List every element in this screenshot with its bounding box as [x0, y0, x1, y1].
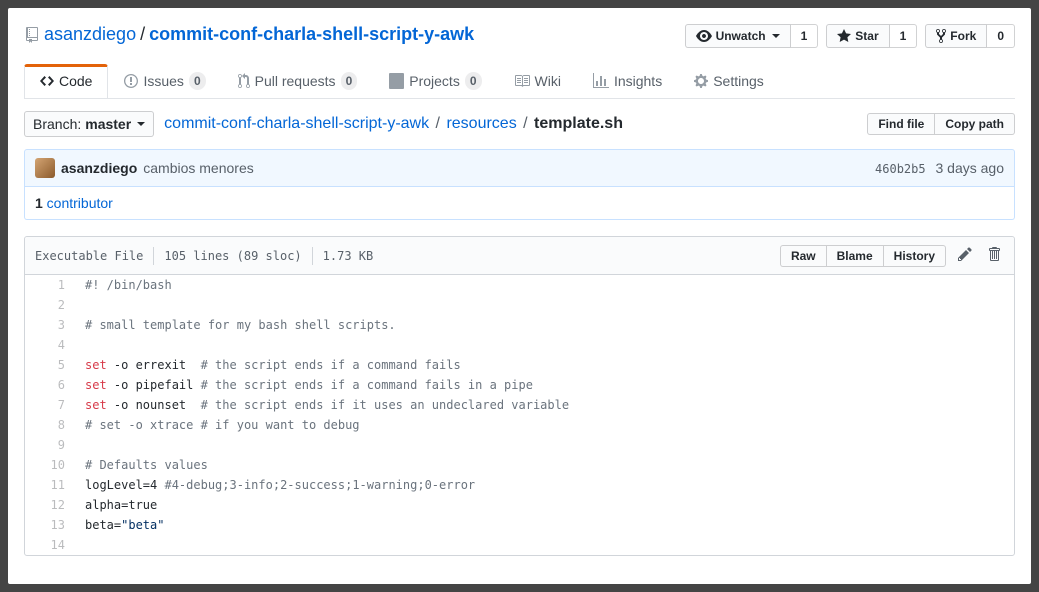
- projects-count: 0: [465, 72, 482, 90]
- line-number[interactable]: 13: [25, 515, 75, 535]
- pulls-count: 0: [341, 72, 358, 90]
- caret-icon: [772, 34, 780, 38]
- edit-button[interactable]: [954, 242, 976, 269]
- watch-count[interactable]: 1: [791, 24, 819, 48]
- raw-button[interactable]: Raw: [780, 245, 827, 267]
- line-number[interactable]: 6: [25, 375, 75, 395]
- repo-name-link[interactable]: commit-conf-charla-shell-script-y-awk: [149, 24, 474, 45]
- file-info: Executable File 105 lines (89 sloc) 1.73…: [35, 247, 373, 265]
- commit-tease: asanzdiego cambios menores 460b2b5 3 day…: [24, 149, 1015, 187]
- repo-nav: Code Issues 0 Pull requests 0 Projects 0…: [24, 64, 1015, 99]
- breadcrumb-folder[interactable]: resources: [446, 115, 516, 132]
- branch-select[interactable]: Branch: master: [24, 111, 154, 137]
- pencil-icon: [958, 246, 972, 262]
- code-line: [75, 435, 1014, 455]
- code-line: beta="beta": [75, 515, 1014, 535]
- repo-owner-link[interactable]: asanzdiego: [44, 24, 136, 45]
- code-line: # set -o xtrace # if you want to debug: [75, 415, 1014, 435]
- book-icon: [514, 73, 530, 89]
- pull-request-icon: [238, 73, 250, 89]
- separator: /: [140, 24, 145, 45]
- code-line: set -o errexit # the script ends if a co…: [75, 355, 1014, 375]
- find-file-button[interactable]: Find file: [867, 113, 935, 135]
- tab-code[interactable]: Code: [24, 64, 108, 98]
- watch-button[interactable]: Unwatch: [685, 24, 791, 48]
- gear-icon: [694, 73, 708, 89]
- code-line: # Defaults values: [75, 455, 1014, 475]
- line-number[interactable]: 12: [25, 495, 75, 515]
- tab-issues[interactable]: Issues 0: [108, 64, 221, 98]
- code-line: set -o nounset # the script ends if it u…: [75, 395, 1014, 415]
- commit-author[interactable]: asanzdiego: [61, 160, 137, 176]
- tab-settings[interactable]: Settings: [678, 64, 780, 98]
- code-line: logLevel=4 #4-debug;3-info;2-success;1-w…: [75, 475, 1014, 495]
- code-line: # small template for my bash shell scrip…: [75, 315, 1014, 335]
- tab-insights[interactable]: Insights: [577, 64, 678, 98]
- caret-icon: [137, 122, 145, 126]
- eye-icon: [696, 28, 712, 44]
- line-number[interactable]: 1: [25, 275, 75, 295]
- line-number[interactable]: 11: [25, 475, 75, 495]
- avatar[interactable]: [35, 158, 55, 178]
- contributors-bar: 1 contributor: [24, 187, 1015, 220]
- line-number[interactable]: 3: [25, 315, 75, 335]
- breadcrumb: commit-conf-charla-shell-script-y-awk / …: [164, 115, 623, 133]
- commit-message[interactable]: cambios menores: [143, 160, 254, 176]
- code-line: set -o pipefail # the script ends if a c…: [75, 375, 1014, 395]
- issues-count: 0: [189, 72, 206, 90]
- breadcrumb-root[interactable]: commit-conf-charla-shell-script-y-awk: [164, 115, 429, 132]
- blame-button[interactable]: Blame: [827, 245, 884, 267]
- contributors-link[interactable]: 1 contributor: [35, 195, 113, 211]
- star-icon: [837, 28, 851, 44]
- star-count[interactable]: 1: [890, 24, 918, 48]
- line-number[interactable]: 9: [25, 435, 75, 455]
- line-number[interactable]: 8: [25, 415, 75, 435]
- fork-count[interactable]: 0: [987, 24, 1015, 48]
- line-number[interactable]: 5: [25, 355, 75, 375]
- fork-icon: [936, 28, 946, 44]
- code-line: [75, 295, 1014, 315]
- repo-title: asanzdiego / commit-conf-charla-shell-sc…: [24, 24, 474, 45]
- tab-projects[interactable]: Projects 0: [373, 64, 497, 98]
- star-button[interactable]: Star: [826, 24, 889, 48]
- fork-button[interactable]: Fork: [925, 24, 987, 48]
- repo-icon: [24, 27, 40, 43]
- graph-icon: [593, 73, 609, 89]
- issue-icon: [124, 73, 138, 89]
- line-number[interactable]: 4: [25, 335, 75, 355]
- line-number[interactable]: 2: [25, 295, 75, 315]
- line-number[interactable]: 14: [25, 535, 75, 555]
- commit-time: 3 days ago: [936, 160, 1005, 176]
- code-line: [75, 535, 1014, 555]
- line-number[interactable]: 10: [25, 455, 75, 475]
- commit-sha[interactable]: 460b2b5: [875, 162, 926, 176]
- history-button[interactable]: History: [884, 245, 946, 267]
- code-line: alpha=true: [75, 495, 1014, 515]
- code-line: [75, 335, 1014, 355]
- tab-wiki[interactable]: Wiki: [498, 64, 577, 98]
- line-number[interactable]: 7: [25, 395, 75, 415]
- code-blob: 1#! /bin/bash 2 3# small template for my…: [25, 275, 1014, 555]
- trash-icon: [988, 246, 1000, 262]
- breadcrumb-file: template.sh: [534, 115, 623, 132]
- project-icon: [389, 73, 404, 89]
- tab-pulls[interactable]: Pull requests 0: [222, 64, 374, 98]
- delete-button[interactable]: [984, 242, 1004, 269]
- copy-path-button[interactable]: Copy path: [935, 113, 1015, 135]
- code-icon: [40, 73, 54, 89]
- code-line: #! /bin/bash: [75, 275, 1014, 295]
